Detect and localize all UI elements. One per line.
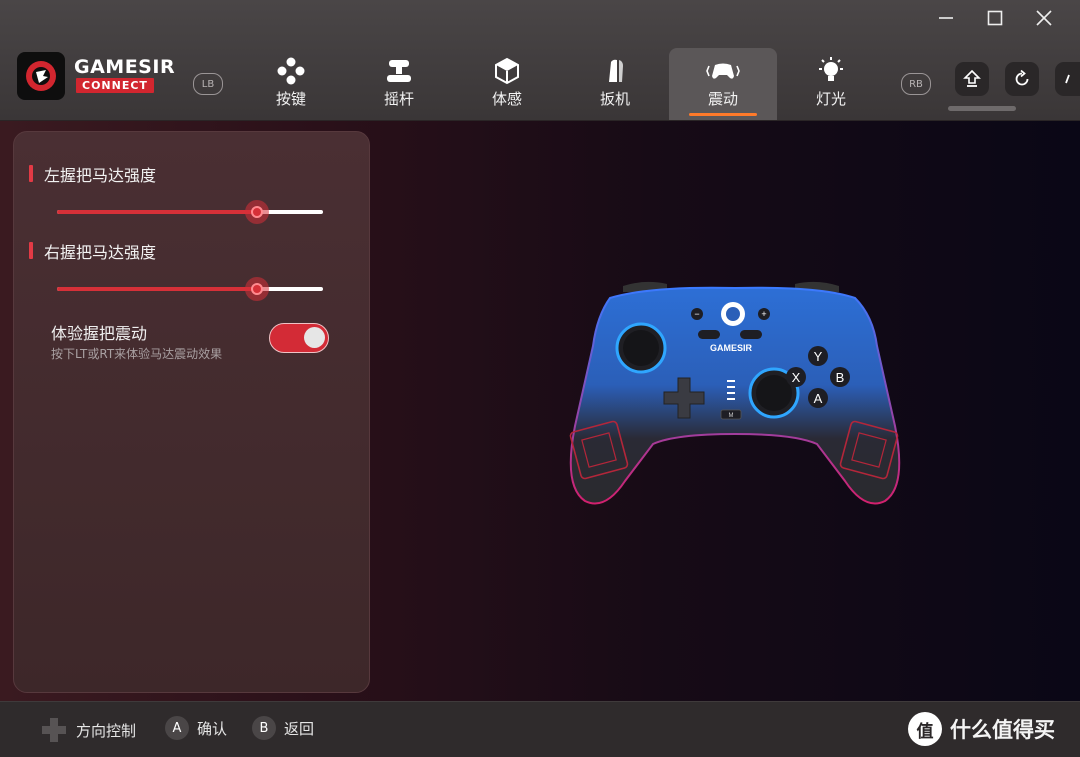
reset-button[interactable]	[1005, 62, 1039, 96]
confirm-hint: A 确认	[165, 716, 227, 740]
brand-name: GAMESIR	[74, 56, 176, 78]
tab-label: 按键	[275, 90, 306, 108]
maximize-icon	[987, 10, 1003, 26]
controller-illustration: GAMESIR − + M Y X B A	[569, 281, 901, 505]
tab-label: 灯光	[815, 90, 846, 108]
slider-handle[interactable]	[244, 200, 269, 224]
b-button-label: B	[836, 370, 845, 385]
gamesir-logo-icon	[26, 61, 56, 91]
section-marker	[29, 242, 33, 259]
section-marker	[29, 165, 33, 182]
refresh-icon	[1015, 69, 1029, 86]
gamesir-logo	[17, 52, 65, 100]
top-bar: GAMESIR CONNECT LB 按键 摇杆 体感 扳机 震动 灯光 RB	[0, 0, 1080, 121]
watermark: 值 什么值得买	[908, 712, 1055, 746]
close-icon	[1036, 10, 1052, 26]
brand-subname: CONNECT	[76, 78, 154, 93]
lb-button[interactable]: LB	[193, 73, 223, 95]
active-tab-indicator	[689, 113, 757, 116]
a-button-label: A	[814, 391, 823, 406]
right-motor-slider[interactable]	[57, 277, 323, 301]
back-hint: B 返回	[252, 716, 314, 740]
a-key-icon: A	[165, 716, 189, 740]
tab-light[interactable]: 灯光	[777, 48, 885, 120]
tab-motion[interactable]: 体感	[453, 48, 561, 120]
left-motor-title: 左握把马达强度	[44, 166, 157, 185]
rb-button[interactable]: RB	[901, 73, 931, 95]
x-button-label: X	[792, 370, 801, 385]
main-area: 左握把马达强度 右握把马达强度 体验握把震动 按下LT或RT来体验马达震动效果	[0, 121, 1080, 701]
minimize-icon	[939, 17, 953, 19]
upload-icon	[963, 69, 981, 87]
slider-fill	[57, 210, 257, 214]
b-key-icon: B	[252, 716, 276, 740]
tab-vibration[interactable]: 震动	[669, 48, 777, 120]
trigger-icon	[600, 56, 630, 86]
tab-label: 体感	[491, 90, 522, 108]
experience-vibration-subtitle: 按下LT或RT来体验马达震动效果	[51, 347, 223, 361]
bottom-hint-bar: 方向控制 A 确认 B 返回 值 什么值得买	[0, 701, 1080, 757]
light-bulb-icon	[815, 56, 847, 86]
experience-vibration-toggle[interactable]	[269, 323, 329, 353]
left-motor-slider[interactable]	[57, 200, 323, 224]
tab-joystick[interactable]: 摇杆	[345, 48, 453, 120]
tab-trigger[interactable]: 扳机	[561, 48, 669, 120]
right-motor-title: 右握把马达强度	[44, 243, 157, 262]
tab-buttons[interactable]: 按键	[237, 48, 345, 120]
motion-cube-icon	[492, 56, 522, 86]
watermark-text: 什么值得买	[950, 718, 1055, 742]
toggle-thumb	[304, 327, 325, 348]
dpad-icon	[42, 718, 66, 742]
vibration-settings-panel: 左握把马达强度 右握把马达强度 体验握把震动 按下LT或RT来体验马达震动效果	[13, 131, 370, 693]
slider-handle[interactable]	[244, 277, 269, 301]
watermark-icon-glyph: 值	[916, 721, 934, 742]
tab-label: 扳机	[599, 90, 630, 108]
controller-brand-text: GAMESIR	[710, 343, 753, 353]
tab-label: 摇杆	[383, 90, 414, 108]
close-button[interactable]	[1030, 6, 1058, 30]
dpad-hint: 方向控制	[40, 716, 136, 744]
gamepad-buttons-icon	[276, 56, 306, 86]
slider-fill	[57, 287, 257, 291]
watermark-icon: 值	[908, 712, 942, 746]
confirm-hint-label: 确认	[197, 719, 228, 738]
dpad-hint-label: 方向控制	[76, 721, 137, 740]
maximize-button[interactable]	[981, 6, 1009, 30]
tab-label: 震动	[707, 90, 738, 108]
minimize-button[interactable]	[932, 6, 960, 30]
more-button[interactable]	[1055, 62, 1080, 96]
upload-button[interactable]	[955, 62, 989, 96]
experience-vibration-title: 体验握把震动	[51, 324, 148, 343]
partial-icon	[1064, 74, 1070, 84]
y-button-label: Y	[814, 349, 823, 364]
joystick-icon	[384, 56, 414, 86]
minus-label: −	[694, 309, 699, 319]
m-label: M	[729, 413, 734, 419]
vibration-controller-icon	[704, 56, 742, 86]
plus-label: +	[761, 309, 766, 319]
back-hint-label: 返回	[284, 719, 315, 738]
tab-scrollbar[interactable]	[948, 106, 1016, 111]
